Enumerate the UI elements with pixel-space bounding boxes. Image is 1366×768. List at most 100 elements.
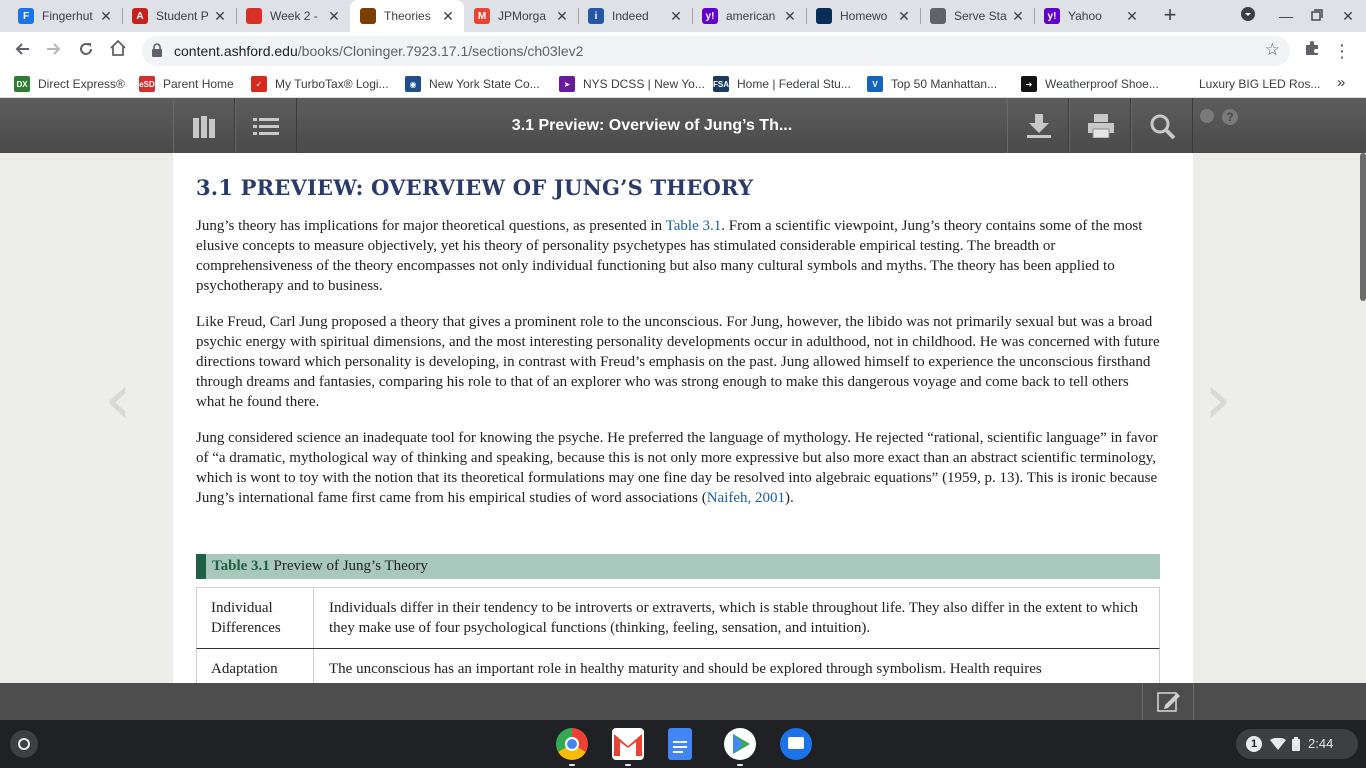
tab-search-icon[interactable]: [1238, 6, 1258, 26]
close-tab-icon[interactable]: ✕: [1010, 8, 1026, 24]
bookmark-item[interactable]: DX Direct Express®: [14, 75, 125, 93]
back-icon[interactable]: [10, 39, 34, 63]
table-3-1-link[interactable]: Table 3.1: [666, 218, 722, 234]
close-tab-icon[interactable]: ✕: [98, 8, 114, 24]
tab-0[interactable]: F Fingerhut ✕: [8, 0, 122, 32]
tab-strip: F Fingerhut ✕ A Student P ✕ Week 2 - ✕ Theories…: [0, 0, 1366, 32]
reader-title: 3.1 Preview: Overview of Jung’s Th...: [511, 117, 793, 134]
bookmark-label: Home | Federal Stu...: [737, 77, 851, 91]
yahoo-icon: y!: [1044, 8, 1060, 24]
scrollbar-thumb[interactable]: [1360, 153, 1366, 301]
notes-icon[interactable]: [1157, 690, 1181, 712]
wifi-icon: [1270, 738, 1286, 750]
bookmark-favicon-icon: ✓: [251, 76, 267, 92]
bookmark-item[interactable]: ✓ My TurboTax® Logi...: [251, 75, 389, 93]
close-tab-icon[interactable]: ✕: [326, 8, 342, 24]
tab-9[interactable]: y! Yahoo ✕: [1034, 0, 1148, 32]
user-icon[interactable]: [1200, 109, 1214, 123]
tab-title: Homewo: [840, 9, 888, 23]
row-term: Individual Differences: [197, 588, 314, 648]
battery-icon: [1292, 737, 1300, 751]
list-icon: [253, 118, 279, 135]
bookmark-item[interactable]: ➤ NYS DCSS | New Yo...: [559, 75, 705, 93]
close-tab-icon[interactable]: ✕: [1124, 8, 1140, 24]
naifeh-citation-link[interactable]: Naifeh, 2001: [707, 490, 785, 506]
tab-3[interactable]: Theories ✕: [350, 0, 464, 32]
close-tab-icon[interactable]: ✕: [782, 8, 798, 24]
tab-title: Student P: [156, 9, 209, 23]
new-tab-button[interactable]: +: [1158, 4, 1182, 28]
toc-button[interactable]: [235, 98, 297, 153]
spinner-icon: [246, 8, 262, 24]
tab-title: Indeed: [612, 9, 649, 23]
restore-icon[interactable]: [1307, 6, 1327, 26]
search-button[interactable]: [1131, 98, 1193, 153]
bookmark-favicon-icon: eSD: [139, 76, 155, 92]
bookmark-label: New York State Co...: [429, 77, 540, 91]
bookmarks-bar: DX Direct Express® eSD Parent Home ✓ My Turbo…: [0, 70, 1366, 98]
status-tray[interactable]: 1 2:44: [1236, 729, 1358, 759]
book-page: 3.1 PREVIEW: OVERVIEW OF JUNG’S THEORY J…: [173, 153, 1193, 683]
extensions-icon[interactable]: [1300, 39, 1324, 63]
table-row: Adaptation The unconscious has an import…: [196, 649, 1160, 683]
tab-2[interactable]: Week 2 - ✕: [236, 0, 350, 32]
previous-page-icon[interactable]: ‹: [104, 358, 132, 440]
tab-title: american: [726, 9, 776, 23]
print-button[interactable]: [1069, 98, 1131, 153]
help-icon[interactable]: ?: [1222, 109, 1238, 125]
messages-app-icon[interactable]: [780, 728, 812, 760]
tab-4[interactable]: M JPMorga ✕: [464, 0, 578, 32]
library-button[interactable]: [173, 98, 235, 153]
chrome-app-icon[interactable]: [556, 728, 588, 760]
bookmark-item[interactable]: Luxury BIG LED Ros...: [1199, 75, 1320, 93]
bookmark-item[interactable]: FSA Home | Federal Stu...: [713, 75, 851, 93]
circle-icon: [816, 8, 832, 24]
notification-count[interactable]: 1: [1246, 736, 1262, 752]
home-icon[interactable]: [106, 39, 130, 63]
bookmark-item[interactable]: eSD Parent Home: [139, 75, 234, 93]
close-tab-icon[interactable]: ✕: [896, 8, 912, 24]
os-shelf: 1 2:44: [0, 720, 1366, 768]
docs-app-icon[interactable]: [668, 728, 692, 760]
indeed-icon: i: [588, 8, 604, 24]
tab-7[interactable]: Homewo ✕: [806, 0, 920, 32]
menu-icon[interactable]: ⋮: [1330, 39, 1354, 63]
search-icon: [1150, 114, 1176, 140]
tab-title: Fingerhut: [42, 9, 93, 23]
close-tab-icon[interactable]: ✕: [212, 8, 228, 24]
bookmark-label: Top 50 Manhattan...: [891, 77, 998, 91]
next-page-icon[interactable]: ›: [1204, 358, 1232, 440]
reload-icon[interactable]: [74, 39, 98, 63]
tab-title: Week 2 -: [270, 9, 318, 23]
browser-toolbar: content.ashford.edu/books/Cloninger.7923…: [0, 32, 1366, 70]
bookmark-item[interactable]: V Top 50 Manhattan...: [867, 75, 997, 93]
bookmark-item[interactable]: ◉ New York State Co...: [405, 75, 540, 93]
bookmark-label: Weatherproof Shoe...: [1045, 77, 1159, 91]
bookmark-item[interactable]: ➔ Weatherproof Shoe...: [1021, 75, 1159, 93]
row-term: Adaptation: [197, 649, 314, 683]
minimize-icon[interactable]: —: [1276, 6, 1296, 26]
paragraph-2: Like Freud, Carl Jung proposed a theory …: [196, 314, 1160, 410]
printer-icon: [1088, 114, 1114, 138]
tab-8[interactable]: Serve Sta ✕: [920, 0, 1034, 32]
play-store-app-icon[interactable]: [724, 728, 756, 760]
a-icon: A: [132, 8, 148, 24]
address-bar[interactable]: content.ashford.edu/books/Cloninger.7923…: [142, 36, 1290, 66]
download-button[interactable]: [1007, 98, 1069, 153]
bookmark-star-icon[interactable]: ☆: [1265, 40, 1280, 60]
close-tab-icon[interactable]: ✕: [440, 8, 456, 24]
tab-title: Yahoo: [1068, 9, 1102, 23]
row-description: The unconscious has an important role in…: [329, 661, 1042, 677]
forward-icon[interactable]: [42, 39, 66, 63]
bookmark-favicon-icon: ➤: [559, 76, 575, 92]
gmail-app-icon[interactable]: [612, 728, 644, 760]
launcher-button[interactable]: [10, 730, 38, 758]
yahoo-icon: y!: [702, 8, 718, 24]
bookmarks-overflow-button[interactable]: »: [1337, 73, 1345, 91]
tab-6[interactable]: y! american ✕: [692, 0, 806, 32]
close-tab-icon[interactable]: ✕: [668, 8, 684, 24]
close-tab-icon[interactable]: ✕: [554, 8, 570, 24]
close-window-icon[interactable]: ✕: [1338, 6, 1358, 26]
tab-1[interactable]: A Student P ✕: [122, 0, 236, 32]
tab-5[interactable]: i Indeed ✕: [578, 0, 692, 32]
